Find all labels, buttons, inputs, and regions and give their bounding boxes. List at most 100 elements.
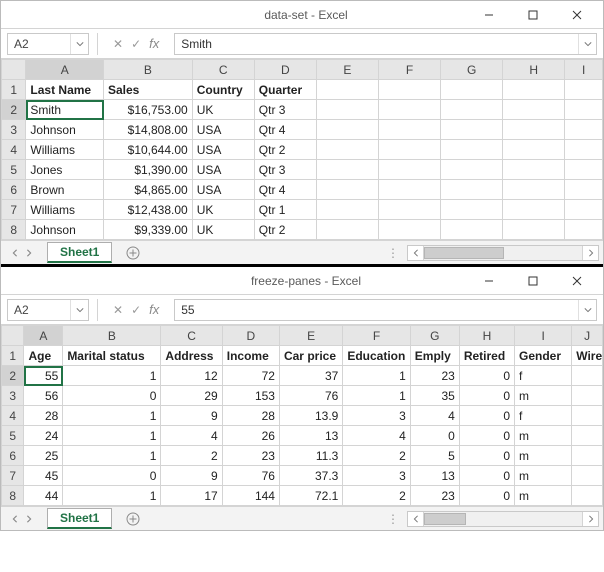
cell[interactable]: UK (192, 200, 254, 220)
cell[interactable]: 4 (410, 406, 459, 426)
cell[interactable]: UK (192, 220, 254, 240)
cell[interactable] (572, 466, 603, 486)
cell[interactable] (378, 140, 440, 160)
column-header[interactable]: H (459, 326, 514, 346)
cell[interactable]: $12,438.00 (104, 200, 193, 220)
cell[interactable] (503, 140, 565, 160)
cell[interactable]: 23 (410, 366, 459, 386)
cell[interactable] (378, 120, 440, 140)
cell[interactable] (441, 200, 503, 220)
column-header[interactable]: B (104, 60, 193, 80)
cell[interactable]: 45 (24, 466, 63, 486)
header-cell[interactable]: Last Name (26, 80, 104, 100)
tab-nav-prev[interactable] (11, 246, 19, 260)
maximize-button[interactable] (511, 1, 555, 29)
splitter-handle[interactable]: ⋮ (381, 246, 407, 260)
row-header[interactable]: 1 (2, 80, 26, 100)
cell[interactable]: 0 (459, 366, 514, 386)
formula-input[interactable] (175, 37, 578, 51)
column-header[interactable]: F (378, 60, 440, 80)
row-header[interactable]: 4 (2, 406, 24, 426)
cell[interactable]: Qtr 3 (254, 160, 316, 180)
column-header[interactable]: C (192, 60, 254, 80)
cell[interactable]: 12 (161, 366, 222, 386)
cell[interactable]: 3 (343, 406, 410, 426)
cell[interactable]: 28 (24, 406, 63, 426)
cell[interactable] (378, 200, 440, 220)
cell[interactable]: 55 (24, 366, 63, 386)
cell[interactable] (441, 100, 503, 120)
row-header[interactable]: 3 (2, 386, 24, 406)
row-header[interactable]: 2 (2, 366, 24, 386)
cell[interactable] (572, 406, 603, 426)
column-header[interactable]: I (515, 326, 572, 346)
cell[interactable]: 76 (222, 466, 279, 486)
spreadsheet-grid[interactable]: ABCDEFGHI1Last NameSalesCountryQuarter2S… (1, 59, 603, 240)
header-cell[interactable]: Country (192, 80, 254, 100)
cell[interactable] (565, 220, 603, 240)
cell[interactable]: 72 (222, 366, 279, 386)
cell[interactable] (316, 160, 378, 180)
column-header[interactable]: E (316, 60, 378, 80)
column-header[interactable]: G (410, 326, 459, 346)
cell[interactable] (441, 160, 503, 180)
cell[interactable] (565, 140, 603, 160)
cell[interactable] (565, 120, 603, 140)
minimize-button[interactable] (467, 1, 511, 29)
cell[interactable]: 1 (63, 366, 161, 386)
maximize-button[interactable] (511, 267, 555, 295)
column-header[interactable]: E (279, 326, 342, 346)
header-cell[interactable]: Gender (515, 346, 572, 366)
cell[interactable]: 56 (24, 386, 63, 406)
cell[interactable]: $14,808.00 (104, 120, 193, 140)
cell[interactable] (572, 386, 603, 406)
row-header[interactable]: 7 (2, 466, 24, 486)
cell[interactable]: 0 (459, 446, 514, 466)
cell[interactable]: 0 (410, 426, 459, 446)
cell[interactable]: USA (192, 120, 254, 140)
cell[interactable] (316, 100, 378, 120)
header-cell[interactable]: Emply (410, 346, 459, 366)
cell[interactable]: 2 (343, 486, 410, 506)
formula-input[interactable] (175, 303, 578, 317)
cell[interactable]: Qtr 4 (254, 120, 316, 140)
scroll-thumb[interactable] (424, 247, 504, 259)
cell[interactable]: 17 (161, 486, 222, 506)
tab-nav-next[interactable] (25, 512, 33, 526)
header-cell[interactable]: Age (24, 346, 63, 366)
header-cell[interactable] (316, 80, 378, 100)
cell[interactable]: 1 (63, 486, 161, 506)
enter-icon[interactable]: ✓ (131, 37, 141, 51)
titlebar[interactable]: freeze-panes - Excel (1, 267, 603, 295)
cell[interactable] (441, 140, 503, 160)
cell[interactable] (503, 200, 565, 220)
cell[interactable]: USA (192, 160, 254, 180)
splitter-handle[interactable]: ⋮ (381, 512, 407, 526)
cell[interactable] (572, 446, 603, 466)
cell[interactable]: 13 (410, 466, 459, 486)
cell[interactable]: 11.3 (279, 446, 342, 466)
cell[interactable]: $16,753.00 (104, 100, 193, 120)
cell[interactable] (316, 220, 378, 240)
column-header[interactable]: F (343, 326, 410, 346)
cell[interactable] (316, 140, 378, 160)
cell[interactable] (378, 180, 440, 200)
header-cell[interactable]: Wirele (572, 346, 603, 366)
cell[interactable]: Johnson (26, 120, 104, 140)
header-cell[interactable] (378, 80, 440, 100)
cell[interactable] (378, 220, 440, 240)
cell[interactable]: 4 (343, 426, 410, 446)
cell[interactable] (572, 486, 603, 506)
cell[interactable]: Qtr 1 (254, 200, 316, 220)
cell[interactable] (565, 180, 603, 200)
cell[interactable]: m (515, 386, 572, 406)
cell[interactable]: Jones (26, 160, 104, 180)
cell[interactable] (503, 160, 565, 180)
cell[interactable]: 0 (459, 486, 514, 506)
spreadsheet-grid[interactable]: ABCDEFGHIJ1AgeMarital statusAddressIncom… (1, 325, 603, 506)
cell[interactable]: 28 (222, 406, 279, 426)
header-cell[interactable]: Income (222, 346, 279, 366)
cell[interactable]: Williams (26, 200, 104, 220)
cell[interactable] (572, 426, 603, 446)
cell[interactable]: 25 (24, 446, 63, 466)
